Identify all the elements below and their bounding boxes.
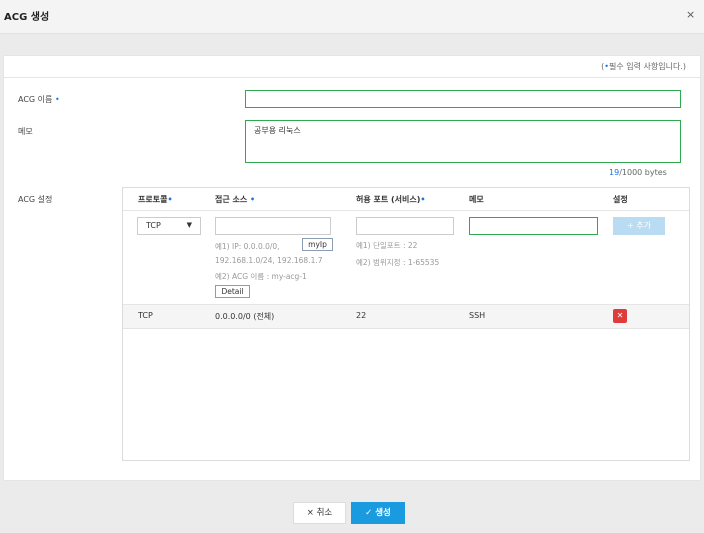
required-notice: (•필수 입력 사항입니다.) [601,62,686,71]
source-hint-3: 예2) ACG 이름 : my-acg-1 [215,272,307,281]
dialog-title: ACG 생성 [4,12,50,23]
row-divider [123,328,689,329]
byte-counter: 19/1000 bytes [609,168,667,177]
delete-icon[interactable]: ✕ [613,309,627,323]
add-rule-button[interactable]: + 추가 [613,217,665,235]
header-divider [123,210,689,211]
acg-name-label: ACG 이름 • [18,95,60,104]
row-port: 22 [356,311,367,320]
source-input[interactable] [215,217,331,235]
detail-button[interactable]: Detail [215,285,250,298]
dialog-header: ACG 생성 × [0,0,704,34]
form-panel: (•필수 입력 사항입니다.) ACG 이름 • 메모 공부용 리눅스 19/1… [3,55,701,481]
port-hint-2: 예2) 범위지정 : 1-65535 [356,258,440,267]
source-hint-1: 예1) IP: 0.0.0.0/0, [215,242,280,251]
header-source: 접근 소스 • [215,195,256,204]
memo-textarea[interactable]: 공부용 리눅스 [245,120,681,163]
row-source: 0.0.0.0/0 (전체) [215,312,275,321]
header-protocol: 프로토콜• [138,195,173,204]
rules-table: 프로토콜• 접근 소스 • 허용 포트 (서비스)• 메모 설정 TCP ▼ m… [122,187,690,461]
table-row: TCP 0.0.0.0/0 (전체) 22 SSH ✕ [123,305,689,328]
protocol-select[interactable]: TCP ▼ [137,217,201,235]
header-settings: 설정 [613,195,628,204]
acg-name-input[interactable] [245,90,681,108]
header-port: 허용 포트 (서비스)• [356,195,426,204]
notice-bar: (•필수 입력 사항입니다.) [4,56,700,78]
port-input[interactable] [356,217,454,235]
source-hint-2: 192.168.1.0/24, 192.168.1.7 [215,256,323,265]
close-icon[interactable]: × [686,8,695,21]
header-memo: 메모 [469,195,484,204]
create-button[interactable]: ✓ 생성 [351,502,405,524]
row-memo: SSH [469,311,486,320]
memo-label: 메모 [18,127,33,136]
acg-settings-label: ACG 설정 [18,195,53,204]
cancel-button[interactable]: × 취소 [293,502,346,524]
myip-button[interactable]: myIp [302,238,333,251]
chevron-down-icon: ▼ [186,221,192,229]
row-protocol: TCP [138,311,153,320]
port-hint-1: 예1) 단일포트 : 22 [356,241,418,250]
rule-memo-input[interactable] [469,217,598,235]
